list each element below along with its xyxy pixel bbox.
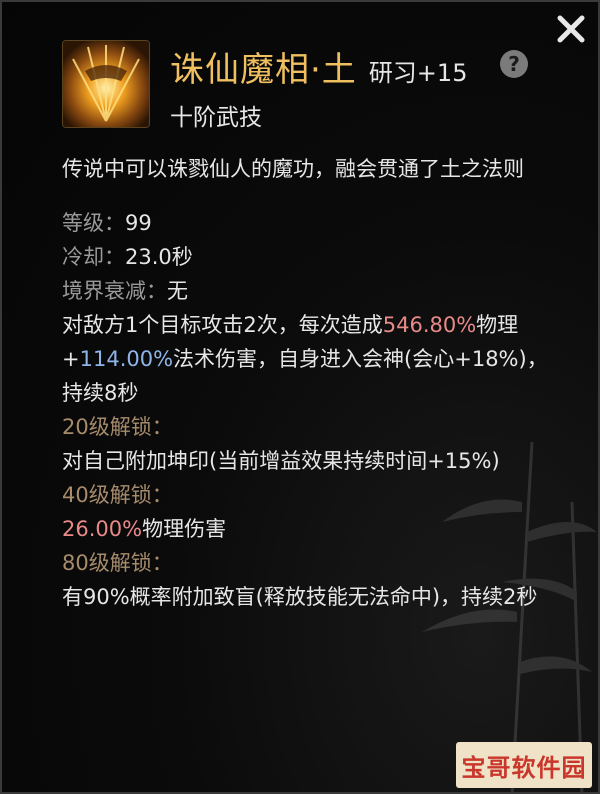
- help-icon[interactable]: ?: [500, 50, 528, 78]
- decay-value: 无: [167, 279, 188, 303]
- unlock-40-label: 40级解锁：: [62, 483, 173, 507]
- cooldown-value: 23.0秒: [125, 245, 193, 269]
- effect-text: 对敌方1个目标攻击2次，每次造成546.80%物理+114.00%法术伤害，自身…: [62, 308, 552, 410]
- research-level: 研习+15: [368, 59, 468, 87]
- skill-tier: 十阶武技: [170, 105, 262, 131]
- cooldown-label: 冷却：: [62, 245, 125, 269]
- level-value: 99: [125, 211, 152, 235]
- watermark: 宝哥软件园: [456, 742, 592, 788]
- skill-description: 传说中可以诛戮仙人的魔功，融会贯通了土之法则: [62, 157, 524, 181]
- skill-title-row: 诛仙魔相·土 研习+15: [170, 42, 467, 91]
- unlock-40-text: 26.00%物理伤害: [62, 512, 552, 546]
- close-button[interactable]: [554, 12, 588, 46]
- decay-label: 境界衰减：: [62, 279, 167, 303]
- skill-name: 诛仙魔相·土: [170, 50, 357, 90]
- skill-details: 传说中可以诛戮仙人的魔功，融会贯通了土之法则 等级：99 冷却：23.0秒 境界…: [62, 152, 552, 614]
- unlock-40-value: 26.00%: [62, 517, 143, 541]
- effect-magic-value: 114.00%: [79, 347, 174, 371]
- effect-text-part1: 对敌方1个目标攻击2次，每次造成: [62, 313, 383, 337]
- close-icon: [557, 15, 585, 43]
- skill-icon: [62, 40, 150, 128]
- level-row: 等级：99: [62, 206, 552, 240]
- effect-damage-value: 546.80%: [382, 313, 477, 337]
- unlock-20-label: 20级解锁：: [62, 415, 173, 439]
- unlock-80-label: 80级解锁：: [62, 551, 173, 575]
- level-label: 等级：: [62, 211, 125, 235]
- unlock-40-desc: 物理伤害: [142, 517, 227, 541]
- skill-tooltip-panel: 诛仙魔相·土 研习+15 ? 十阶武技 传说中可以诛戮仙人的魔功，融会贯通了土之…: [0, 0, 600, 794]
- unlock-80-text: 有90%概率附加致盲(释放技能无法命中)，持续2秒: [62, 585, 538, 609]
- unlock-20-text: 对自己附加坤印(当前增益效果持续时间+15%): [62, 449, 500, 473]
- cooldown-row: 冷却：23.0秒: [62, 240, 552, 274]
- decay-row: 境界衰减：无: [62, 274, 552, 308]
- watermark-text: 宝哥软件园: [461, 753, 587, 782]
